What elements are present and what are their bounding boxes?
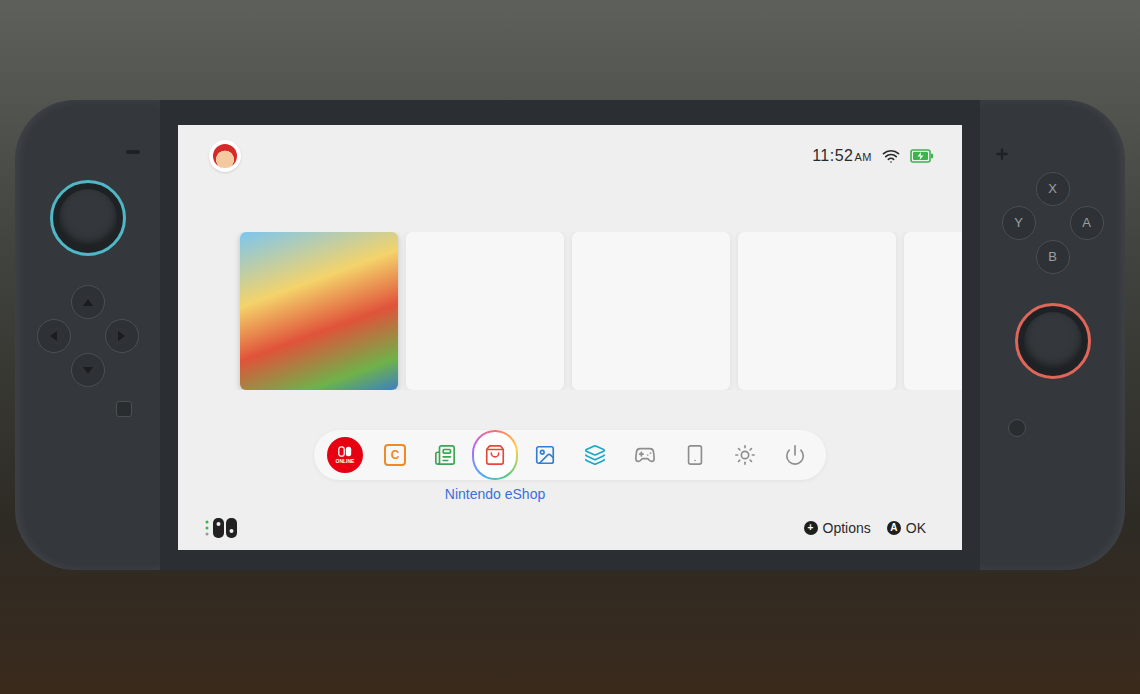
hint-label: Options	[823, 518, 871, 539]
online-icon: ONLINE	[327, 437, 363, 473]
wifi-icon	[882, 147, 900, 165]
news-icon	[434, 444, 456, 466]
game-chat-icon: C	[384, 444, 406, 466]
hint[interactable]: A OK	[887, 518, 926, 539]
hint-key: +	[804, 521, 818, 535]
button-hints: + Options A OK	[804, 518, 926, 539]
user-avatar[interactable]	[209, 140, 241, 172]
face-button[interactable]: Y	[1002, 206, 1036, 240]
dpad-down[interactable]	[71, 353, 105, 387]
dock-item[interactable]: Nintendo eShop	[472, 432, 518, 478]
empty-tile	[904, 232, 962, 390]
plus-button-icon[interactable]	[994, 146, 1010, 162]
dock-item[interactable]	[672, 432, 718, 478]
hint-key: A	[887, 521, 901, 535]
clock: 11:52AM	[812, 144, 872, 168]
settings-icon	[734, 444, 756, 466]
screen: 11:52AM ONLINE C Nintendo eShop + Options A OK	[178, 125, 962, 550]
dock-item[interactable]	[772, 432, 818, 478]
minus-button[interactable]	[126, 150, 140, 154]
dock-item[interactable]: ONLINE	[322, 432, 368, 478]
controller-icon	[204, 516, 242, 540]
face-button[interactable]: B	[1036, 240, 1070, 274]
right-stick[interactable]	[1015, 303, 1091, 379]
hint-label: OK	[906, 518, 926, 539]
album-icon	[534, 444, 556, 466]
page: 11:52AM ONLINE C Nintendo eShop + Options A OK X…	[0, 0, 1140, 694]
screen-icon	[684, 444, 706, 466]
bezel: 11:52AM ONLINE C Nintendo eShop + Options A OK	[160, 100, 980, 570]
left-joycon	[15, 100, 160, 570]
dock-item[interactable]	[522, 432, 568, 478]
left-stick[interactable]	[50, 180, 126, 256]
home-button[interactable]	[1008, 419, 1026, 437]
hint[interactable]: + Options	[804, 518, 871, 539]
capture-button[interactable]	[116, 401, 132, 417]
empty-tile	[406, 232, 564, 390]
game-share-icon	[584, 444, 606, 466]
dock-item[interactable]: C	[372, 432, 418, 478]
dpad-left[interactable]	[37, 319, 71, 353]
dock-item[interactable]	[422, 432, 468, 478]
dock-item[interactable]	[722, 432, 768, 478]
face-button[interactable]: X	[1036, 172, 1070, 206]
dock-item[interactable]	[622, 432, 668, 478]
dock: ONLINE C Nintendo eShop	[314, 430, 826, 480]
game-tile[interactable]	[240, 232, 398, 390]
status-area: 11:52AM	[812, 144, 934, 168]
dpad-right[interactable]	[105, 319, 139, 353]
bottom-bar: + Options A OK	[178, 516, 962, 550]
top-bar: 11:52AM	[178, 125, 962, 172]
right-joycon: XYAB	[980, 100, 1125, 570]
game-tiles	[178, 232, 962, 390]
controllers-icon	[634, 444, 656, 466]
dock-item[interactable]	[572, 432, 618, 478]
face-button[interactable]: A	[1070, 206, 1104, 240]
dpad-up[interactable]	[71, 285, 105, 319]
empty-tile	[572, 232, 730, 390]
battery-icon	[910, 149, 934, 163]
dock-item-label: Nintendo eShop	[445, 484, 545, 505]
face-buttons: XYAB	[1002, 172, 1104, 274]
console: 11:52AM ONLINE C Nintendo eShop + Options A OK X…	[15, 100, 1125, 570]
power-icon	[784, 444, 806, 466]
empty-tile	[738, 232, 896, 390]
eshop-icon	[484, 444, 506, 466]
